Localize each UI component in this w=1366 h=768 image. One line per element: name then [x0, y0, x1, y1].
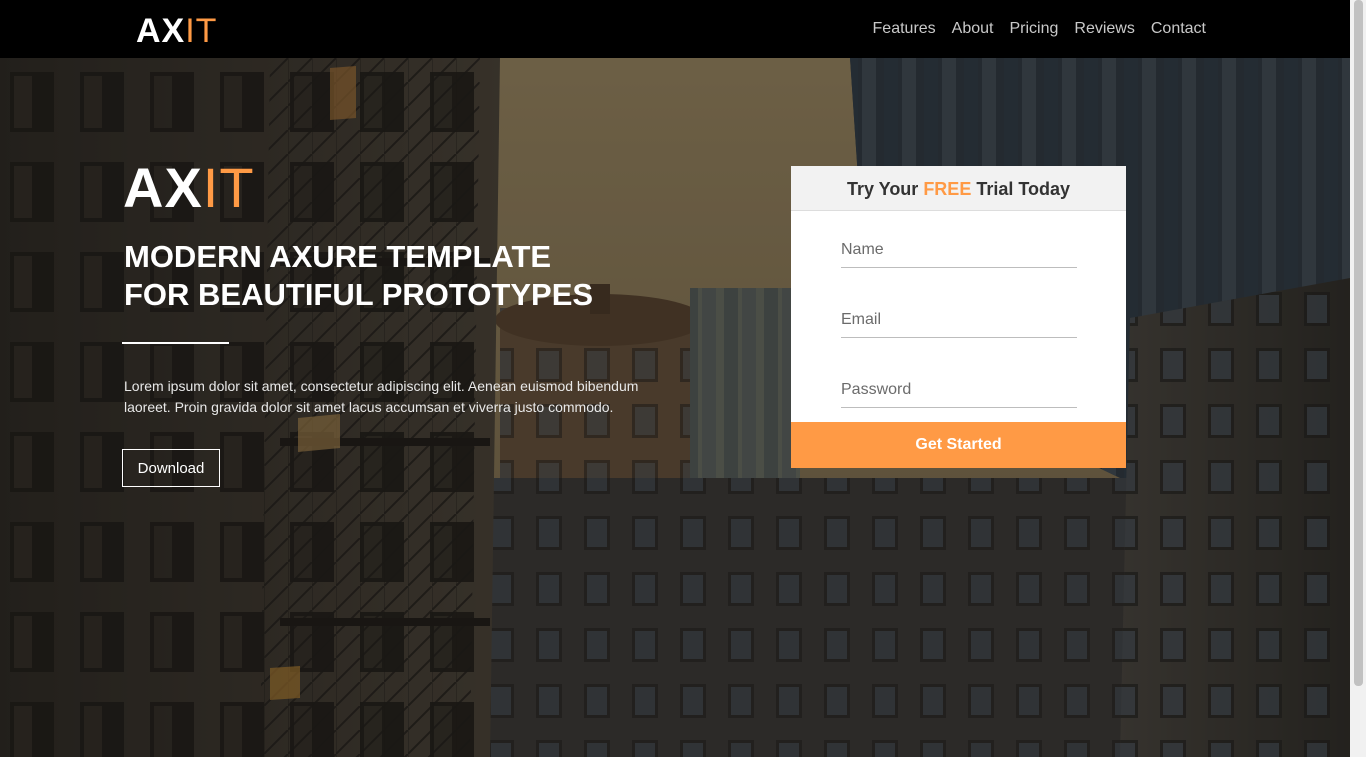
form-title: Try Your FREE Trial Today — [791, 166, 1126, 211]
nav-links: Features About Pricing Reviews Contact — [873, 18, 1206, 40]
nav-link-pricing[interactable]: Pricing — [1009, 18, 1058, 40]
navbar-logo[interactable]: AXIT — [136, 11, 217, 51]
nav-link-features[interactable]: Features — [873, 18, 936, 40]
hero-logo-text-ax: AX — [123, 156, 203, 219]
get-started-button[interactable]: Get Started — [791, 422, 1126, 468]
page-viewport: AXIT Features About Pricing Reviews Cont… — [0, 0, 1350, 757]
hero-section: AXIT MODERN AXURE TEMPLATE FOR BEAUTIFUL… — [0, 58, 1350, 757]
navbar: AXIT Features About Pricing Reviews Cont… — [0, 0, 1350, 58]
vertical-scrollbar-thumb[interactable] — [1354, 0, 1363, 686]
form-title-suffix: Trial Today — [971, 179, 1071, 199]
hero-headline-line-1: MODERN AXURE TEMPLATE — [124, 239, 552, 274]
nav-link-about[interactable]: About — [952, 18, 994, 40]
hero-logo-text-it: IT — [202, 156, 255, 219]
page-bottom-strip — [0, 757, 1366, 768]
hero-headline: MODERN AXURE TEMPLATE FOR BEAUTIFUL PROT… — [124, 238, 684, 314]
email-input[interactable] — [841, 302, 1077, 338]
nav-link-contact[interactable]: Contact — [1151, 18, 1206, 40]
form-title-prefix: Try Your — [846, 179, 924, 199]
logo-text-ax: AX — [136, 12, 186, 50]
hero-divider — [122, 342, 229, 344]
nav-link-reviews[interactable]: Reviews — [1074, 18, 1134, 40]
hero-description: Lorem ipsum dolor sit amet, consectetur … — [124, 378, 639, 415]
download-button[interactable]: Download — [122, 449, 220, 487]
hero-logo: AXIT — [123, 158, 255, 218]
trial-signup-form: Try Your FREE Trial Today Get Started — [791, 166, 1126, 468]
name-input[interactable] — [841, 232, 1077, 268]
form-title-free: FREE — [923, 179, 972, 199]
password-input[interactable] — [841, 372, 1077, 408]
vertical-scrollbar[interactable] — [1350, 0, 1366, 757]
logo-text-it: IT — [185, 12, 218, 50]
hero-headline-line-2: FOR BEAUTIFUL PROTOTYPES — [124, 277, 594, 312]
